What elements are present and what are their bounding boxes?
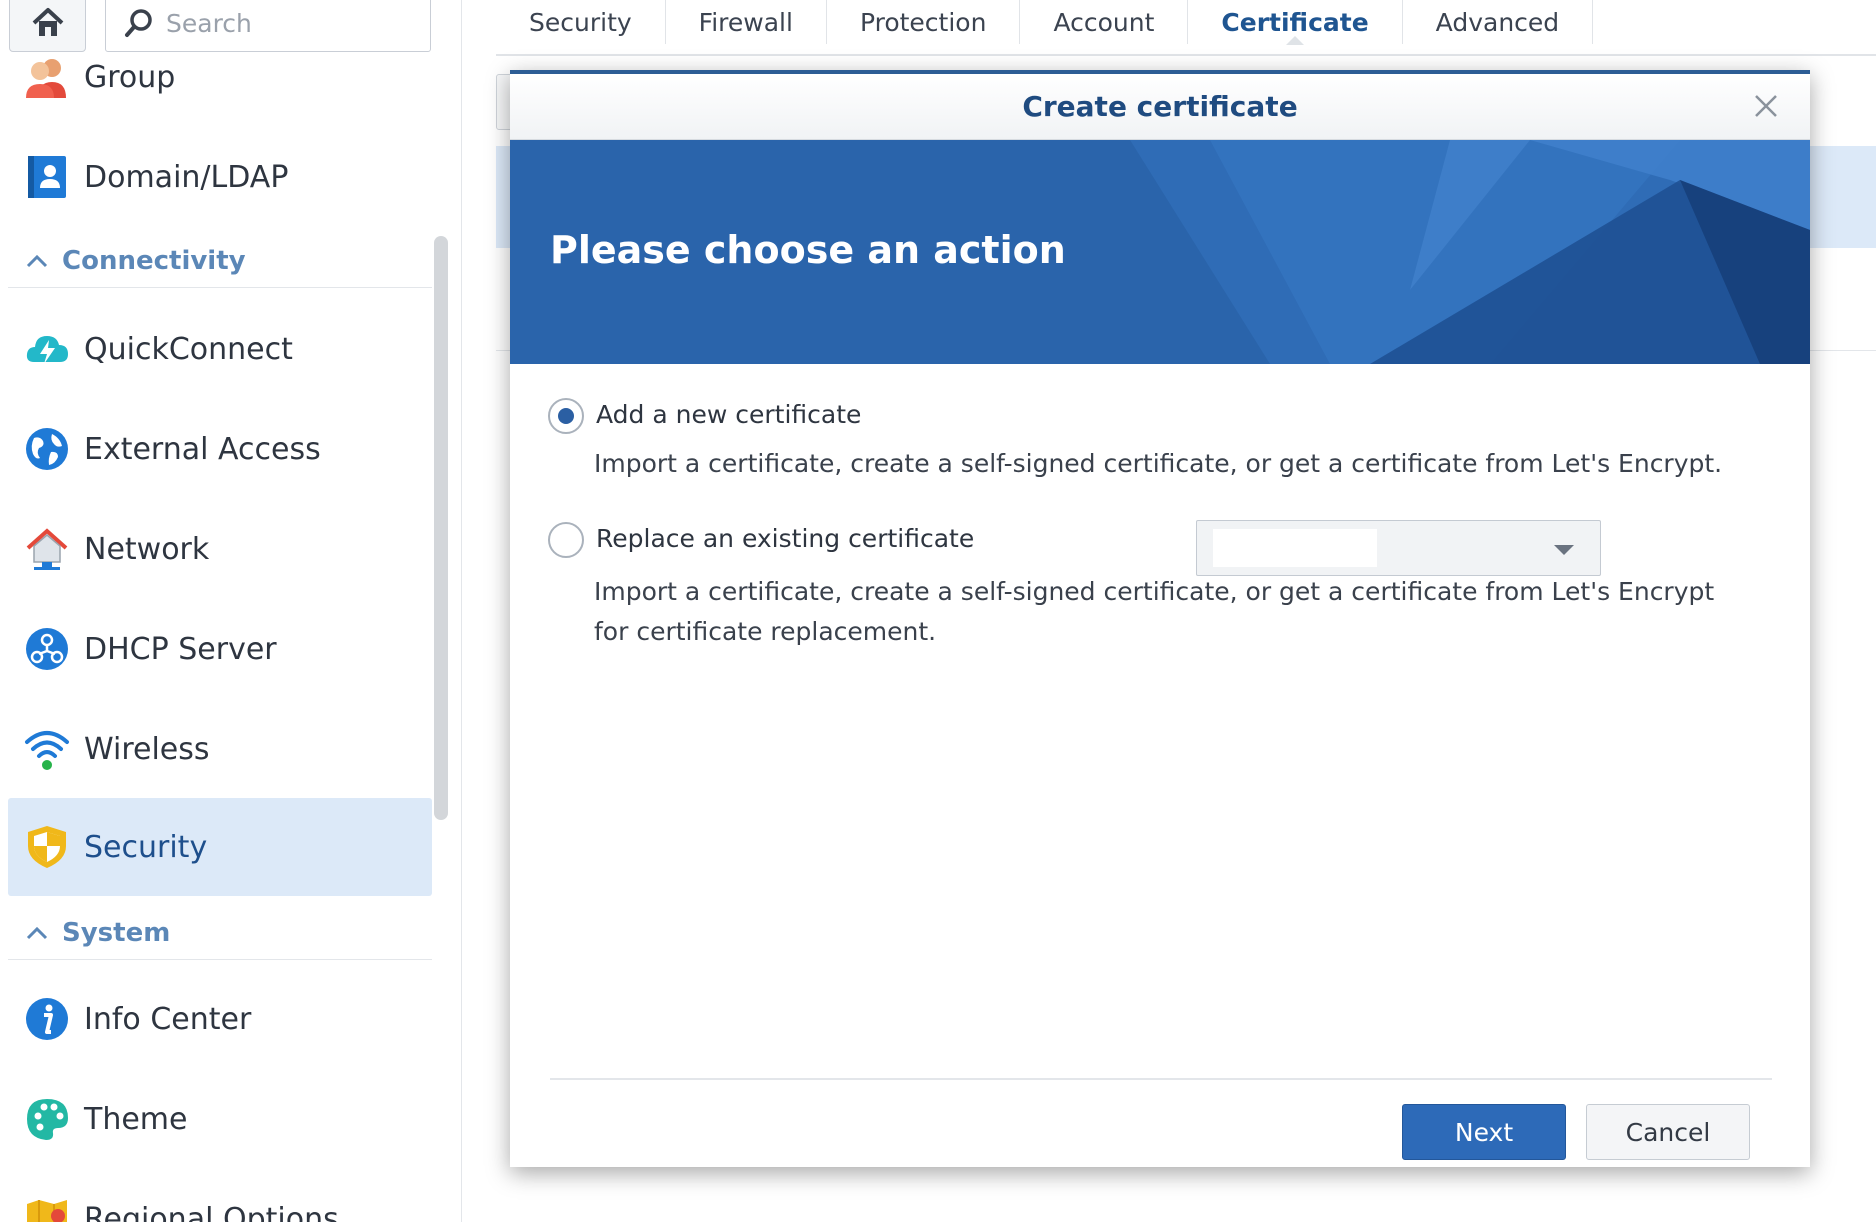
add-new-certificate-description: Import a certificate, create a self-sign… [594, 449, 1723, 478]
domain-ldap-icon [24, 154, 70, 200]
section-label: System [62, 917, 171, 948]
existing-certificate-select[interactable] [1196, 520, 1601, 576]
existing-certificate-value [1213, 529, 1377, 567]
sidebar-item-label: Network [84, 531, 210, 567]
sidebar-item-label: External Access [84, 431, 321, 467]
sidebar-item-security[interactable]: Security [8, 798, 432, 896]
sidebar-item-label: Info Center [84, 1001, 252, 1037]
tab-security[interactable]: Security [496, 0, 666, 44]
dialog-banner: Please choose an action [510, 140, 1810, 364]
create-certificate-dialog: Create certificate Please choose an acti… [510, 70, 1810, 1167]
dhcp-icon [24, 626, 70, 672]
dialog-title: Create certificate [1022, 90, 1298, 123]
dialog-body: Add a new certificate Import a certifica… [510, 364, 1810, 1084]
wifi-icon [24, 726, 70, 772]
sidebar: Search Group Domain/LDAP Connectivity Qu… [0, 0, 462, 1222]
sidebar-item-theme[interactable]: Theme [8, 1070, 432, 1168]
sidebar-item-regional-options[interactable]: Regional Options [8, 1170, 432, 1222]
sidebar-item-group[interactable]: Group [8, 28, 432, 126]
chevron-up-icon [26, 254, 48, 267]
sidebar-item-dhcp-server[interactable]: DHCP Server [8, 600, 432, 698]
shield-icon [24, 824, 70, 870]
cancel-button[interactable]: Cancel [1586, 1104, 1750, 1160]
sidebar-item-domain-ldap[interactable]: Domain/LDAP [8, 128, 432, 226]
dialog-footer-divider [550, 1078, 1772, 1080]
quickconnect-icon [24, 326, 70, 372]
replace-existing-certificate-description: Import a certificate, create a self-sign… [594, 577, 1715, 646]
sidebar-item-label: Regional Options [84, 1201, 339, 1222]
sidebar-item-network[interactable]: Network [8, 500, 432, 598]
replace-existing-certificate-radio[interactable] [548, 522, 584, 558]
sidebar-item-wireless[interactable]: Wireless [8, 700, 432, 798]
sidebar-item-label: QuickConnect [84, 331, 293, 367]
sidebar-item-info-center[interactable]: Info Center [8, 970, 432, 1068]
dialog-header: Create certificate [510, 74, 1810, 140]
tab-bar: Security Firewall Protection Account Cer… [496, 0, 1594, 45]
add-new-certificate-label[interactable]: Add a new certificate [596, 400, 861, 429]
globe-icon [24, 426, 70, 472]
tab-advanced[interactable]: Advanced [1403, 0, 1594, 44]
sidebar-item-label: Security [84, 829, 208, 865]
sidebar-item-label: Group [84, 59, 176, 95]
sidebar-item-label: DHCP Server [84, 631, 277, 667]
add-new-certificate-radio[interactable] [548, 398, 584, 434]
next-button[interactable]: Next [1402, 1104, 1566, 1160]
tab-protection[interactable]: Protection [827, 0, 1021, 44]
info-icon [24, 996, 70, 1042]
sidebar-item-label: Wireless [84, 731, 210, 767]
replace-existing-certificate-label[interactable]: Replace an existing certificate [596, 524, 974, 553]
tab-firewall[interactable]: Firewall [666, 0, 827, 44]
sidebar-scrollbar[interactable] [434, 236, 448, 820]
section-system[interactable]: System [8, 906, 432, 960]
palette-icon [24, 1096, 70, 1142]
sidebar-item-external-access[interactable]: External Access [8, 400, 432, 498]
group-icon [24, 54, 70, 100]
sidebar-item-label: Domain/LDAP [84, 159, 289, 195]
close-icon[interactable] [1750, 90, 1782, 122]
tab-bar-divider [496, 54, 1876, 56]
sidebar-item-quickconnect[interactable]: QuickConnect [8, 300, 432, 398]
map-icon [24, 1196, 70, 1222]
house-network-icon [24, 526, 70, 572]
tab-certificate[interactable]: Certificate [1188, 0, 1403, 45]
banner-title: Please choose an action [550, 228, 1066, 272]
chevron-up-icon [26, 926, 48, 939]
sidebar-item-label: Theme [84, 1101, 188, 1137]
section-connectivity[interactable]: Connectivity [8, 234, 432, 288]
section-label: Connectivity [62, 245, 246, 276]
tab-account[interactable]: Account [1020, 0, 1189, 44]
chevron-down-icon [1554, 545, 1574, 555]
